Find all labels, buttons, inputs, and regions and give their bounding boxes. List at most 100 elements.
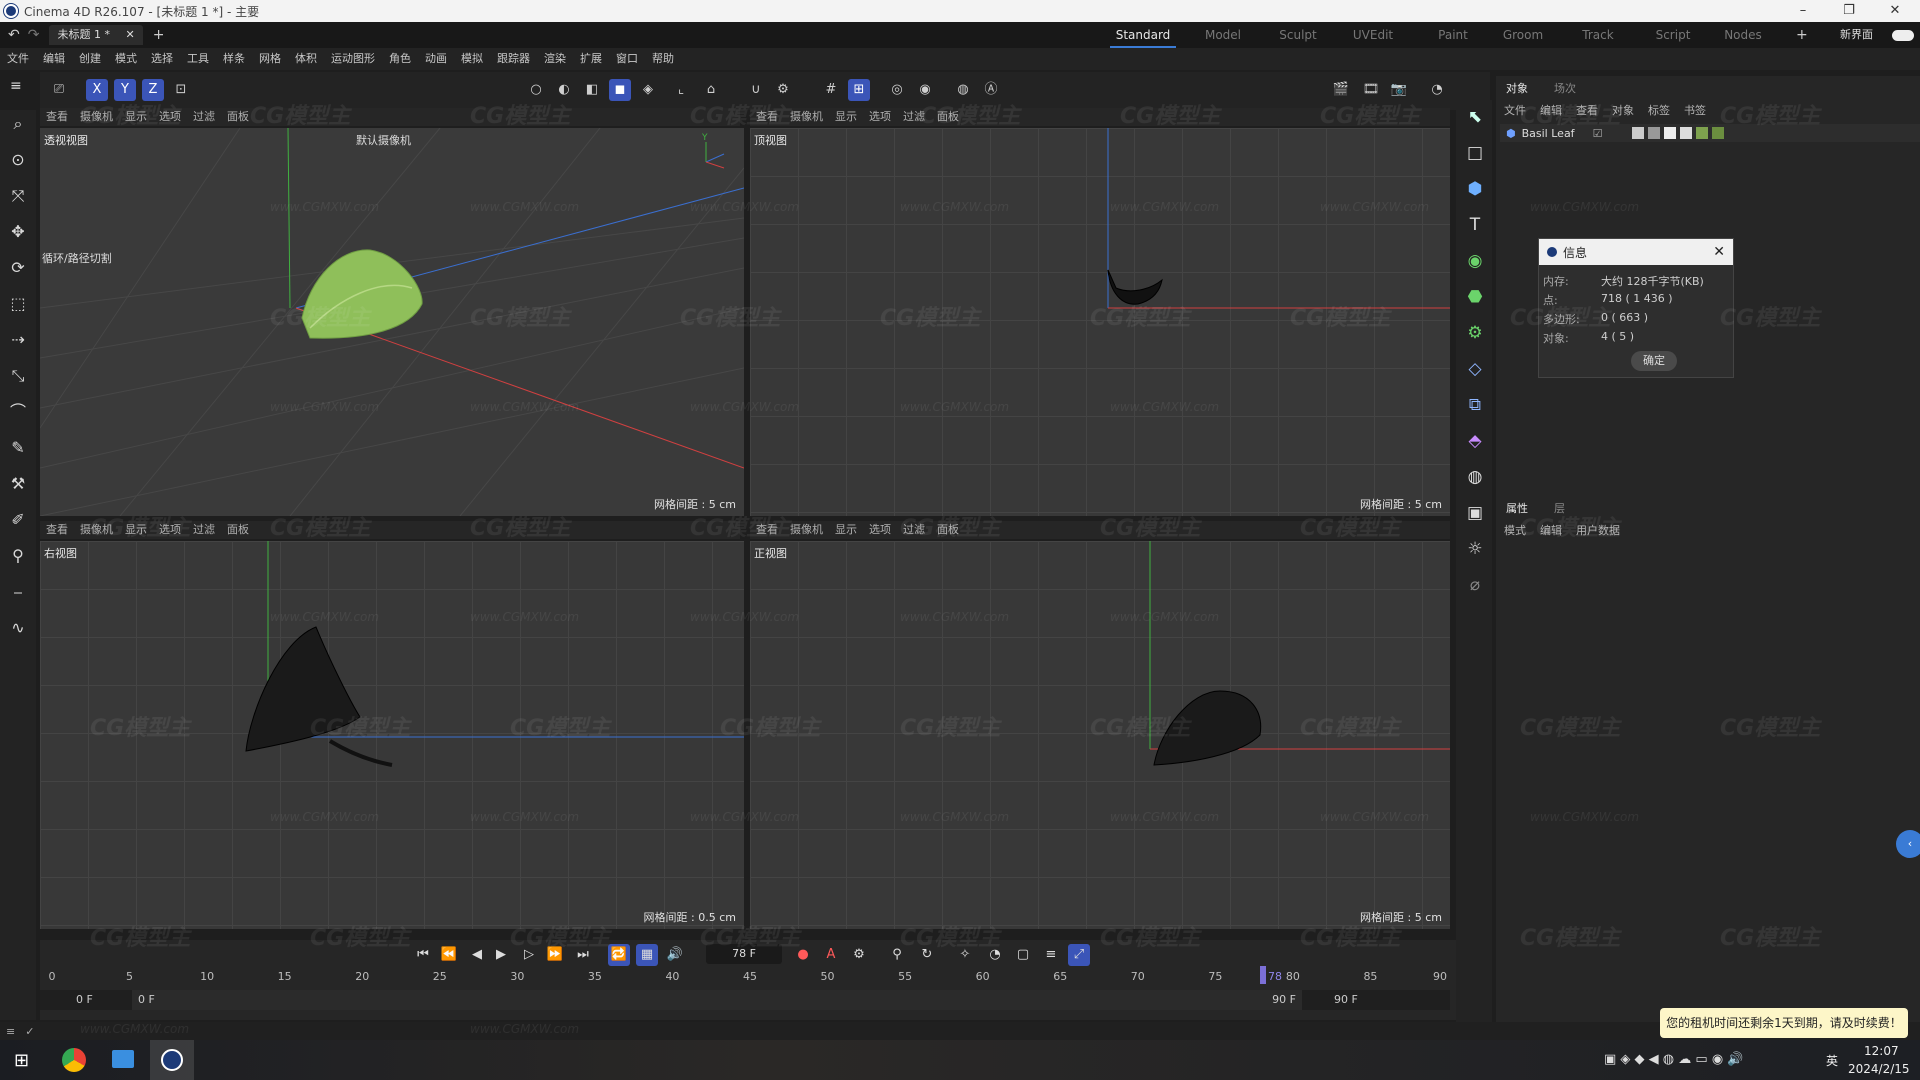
ime-indicator[interactable]: 英 [1826,1052,1838,1069]
viewport-menu-item[interactable]: 选项 [153,110,187,123]
left-tool-icon[interactable]: ∿ [6,616,30,640]
viewport-menu-item[interactable]: 查看 [750,110,784,123]
viewport-menu-item[interactable]: 显示 [119,110,153,123]
end-frame-field[interactable]: 90 F [1334,993,1358,1006]
toolbar-tool-icon[interactable]: ◈ [637,79,659,101]
left-tool-icon[interactable]: ⤡ [6,364,30,388]
right-viewport[interactable]: 右视图 网格间距 : 0.5 cm [40,541,744,929]
undo-icon[interactable]: ↶ [8,27,20,43]
viewport-menu-item[interactable]: 显示 [829,523,863,536]
viewport-menu-item[interactable]: 查看 [40,523,74,536]
timeline-control-icon[interactable]: 🔁 [608,944,630,966]
create-object-icon[interactable]: ⚙ [1462,320,1488,346]
object-menu-item[interactable]: 书签 [1684,102,1706,118]
clock-time[interactable]: 12:07 [1864,1044,1899,1058]
timeline-control-icon[interactable]: ▢ [1012,944,1034,966]
timeline-control-icon[interactable]: ⏭ [572,944,594,966]
viewport-menu-item[interactable]: 过滤 [187,523,221,536]
menu-item[interactable]: 跟踪器 [490,48,537,70]
viewport-menu-item[interactable]: 显示 [829,110,863,123]
left-tool-icon[interactable]: ⊙ [6,148,30,172]
attribute-menu-item[interactable]: 模式 [1504,522,1526,538]
toolbar-tool-icon[interactable]: X [86,79,108,101]
visibility-icon[interactable]: ☑ [1593,127,1603,140]
toolbar-tool-icon[interactable]: ◼ [609,79,631,101]
menu-item[interactable]: 样条 [216,48,252,70]
layout-tab[interactable]: Groom [1490,22,1556,48]
new-interface-toggle[interactable] [1892,30,1914,41]
layout-tab[interactable]: Model [1190,22,1256,48]
object-menu-item[interactable]: 文件 [1504,102,1526,118]
toolbar-tool-icon[interactable]: Ⓐ [980,79,1002,101]
material-tag-1[interactable] [1696,127,1709,139]
timeline-control-icon[interactable]: ▶ [490,944,512,966]
tab-layers[interactable]: 层 [1554,500,1565,516]
viewport-menu-item[interactable]: 面板 [931,110,965,123]
clock-date[interactable]: 2024/2/15 [1848,1062,1910,1076]
menu-item[interactable]: 运动图形 [324,48,382,70]
menu-item[interactable]: 体积 [288,48,324,70]
viewport-menu-item[interactable]: 过滤 [897,110,931,123]
current-frame-field[interactable]: 78 F [706,944,782,964]
timeline-control-icon[interactable]: ⏪ [438,944,460,966]
toolbar-tool-icon[interactable]: ○ [525,79,547,101]
toolbar-tool-icon[interactable]: ∪ [745,79,767,101]
minimize-button[interactable]: – [1780,0,1826,22]
object-menu-item[interactable]: 查看 [1576,102,1598,118]
toolbar-tool-icon[interactable]: ◉ [914,79,936,101]
left-tool-icon[interactable]: ✥ [6,220,30,244]
system-tray-icons[interactable]: ▣ ◈ ◆ ◀ ◍ ☁ ▭ ◉ 🔊 [1604,1052,1744,1067]
close-button[interactable]: ✕ [1872,0,1918,22]
timeline-control-icon[interactable]: ⏩ [544,944,566,966]
object-name[interactable]: Basil Leaf [1522,127,1575,140]
timeline-control-icon[interactable]: ◀ [466,944,488,966]
create-object-icon[interactable]: ⬘ [1462,428,1488,454]
layout-tab[interactable]: Sculpt [1265,22,1331,48]
toolbar-tool-icon[interactable]: ⌞ [670,79,692,101]
timeline-control-icon[interactable]: ◔ [984,944,1006,966]
tab-attributes[interactable]: 属性 [1506,500,1528,516]
menu-item[interactable]: 渲染 [537,48,573,70]
timeline-control-icon[interactable]: ⚲ [886,944,908,966]
create-object-icon[interactable]: □ [1462,140,1488,166]
timeline-control-icon[interactable]: ▦ [636,944,658,966]
timeline-control-icon[interactable]: A [820,944,842,966]
perspective-viewport[interactable]: 透视视图 默认摄像机 循环/路径切割 网格间距 : 5 cm Y [40,128,744,516]
redo-icon[interactable]: ↷ [28,27,40,43]
toolbar-tool-icon[interactable]: ◎ [886,79,908,101]
viewport-menu-item[interactable]: 选项 [863,523,897,536]
object-menu-item[interactable]: 标签 [1648,102,1670,118]
create-object-icon[interactable]: ⬢ [1462,176,1488,202]
viewport-menu-item[interactable]: 选项 [863,110,897,123]
menu-item[interactable]: 文件 [0,48,36,70]
create-object-icon[interactable]: ⬣ [1462,284,1488,310]
close-icon[interactable]: ✕ [1713,244,1725,260]
create-object-icon[interactable]: ▣ [1462,500,1488,526]
layout-tab[interactable]: Paint [1420,22,1486,48]
chrome-icon[interactable] [62,1048,86,1072]
attribute-menu-item[interactable]: 编辑 [1540,522,1562,538]
timeline-control-icon[interactable]: ⏮ [412,944,434,966]
rental-notification[interactable]: 您的租机时间还剩余1天到期，请及时续费！ [1660,1008,1908,1038]
object-row[interactable]: ⬢ Basil Leaf ☑ [1500,124,1920,142]
toolbar-tool-icon[interactable]: ◧ [581,79,603,101]
tag-icon-3[interactable] [1664,127,1677,139]
restore-button[interactable]: ❐ [1826,0,1872,22]
left-tool-icon[interactable]: ⚒ [6,472,30,496]
new-interface-label[interactable]: 新界面 [1840,22,1873,48]
left-tool-icon[interactable]: ⎯ [6,580,30,604]
menu-item[interactable]: 动画 [418,48,454,70]
menu-item[interactable]: 选择 [144,48,180,70]
timeline-control-icon[interactable]: ✧ [954,944,976,966]
toolbar-tool-icon[interactable]: 🎞 [1360,79,1382,101]
viewport-menu-item[interactable]: 摄像机 [74,110,119,123]
create-object-icon[interactable]: ◉ [1462,248,1488,274]
viewport-menu-item[interactable]: 过滤 [897,523,931,536]
tab-takes[interactable]: 场次 [1554,80,1576,96]
create-object-icon[interactable]: ⬉ [1462,104,1488,130]
menu-item[interactable]: 编辑 [36,48,72,70]
hamburger-icon[interactable]: ≡ [10,78,22,94]
timeline-control-icon[interactable]: ≡ [1040,944,1062,966]
toolbar-tool-icon[interactable]: Z [142,79,164,101]
viewport-menu-item[interactable]: 查看 [750,523,784,536]
